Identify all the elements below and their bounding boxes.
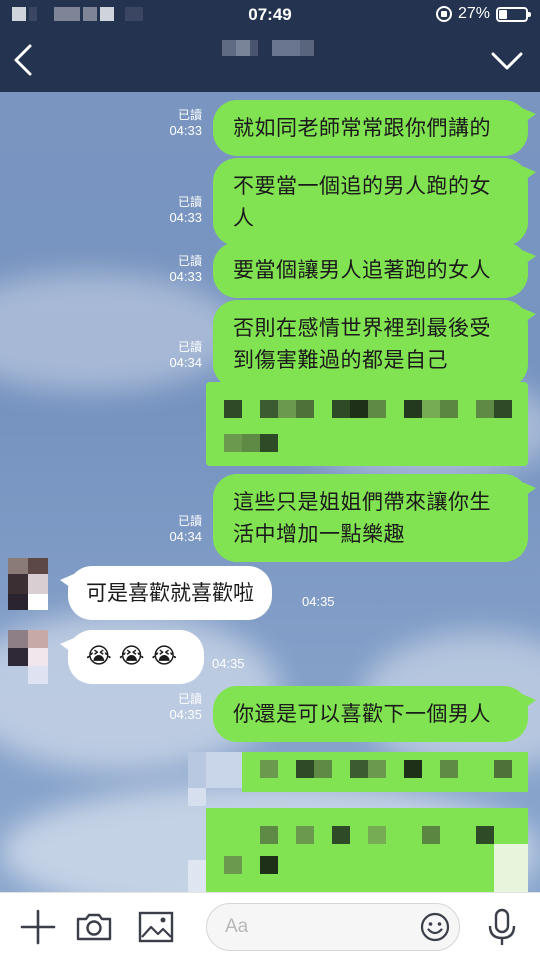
camera-icon[interactable]: [72, 905, 116, 949]
redacted-message: [206, 382, 528, 466]
message-bubble-outgoing[interactable]: 你還是可以喜歡下一個男人: [213, 686, 536, 742]
message-field[interactable]: [206, 903, 460, 951]
battery-icon: [496, 6, 531, 22]
message-meta: 已讀 04:35: [169, 692, 202, 722]
top-bar: 07:49 27%: [0, 0, 540, 92]
orientation-lock-icon: [435, 6, 452, 22]
chevron-left-icon[interactable]: [8, 40, 44, 80]
status-right: 27%: [435, 5, 531, 23]
avatar[interactable]: [8, 558, 48, 610]
chevron-down-icon[interactable]: [490, 48, 524, 74]
message-bubble-outgoing[interactable]: 這些只是姐姐們帶來讓你生活中增加一點樂趣: [213, 474, 536, 562]
message-meta: 已讀 04:33: [169, 254, 202, 284]
message-input[interactable]: [225, 912, 405, 942]
status-bar: 07:49 27%: [0, 0, 540, 30]
message-bubble-outgoing[interactable]: 不要當一個追的男人跑的女人: [213, 158, 536, 246]
message-time: 04:35: [212, 656, 245, 671]
message-meta: 已讀 04:34: [169, 340, 202, 370]
input-bar: [0, 892, 540, 960]
plus-icon[interactable]: [16, 905, 60, 949]
message-bubble-outgoing[interactable]: 否則在感情世界裡到最後受到傷害難過的都是自己: [213, 300, 536, 388]
avatar[interactable]: [8, 630, 48, 684]
chat-title-mosaic: [222, 40, 314, 56]
image-icon[interactable]: [134, 905, 178, 949]
chat-area[interactable]: 已讀 04:33 就如同老師常常跟你們講的 已讀 04:33 不要當一個追的男人跑的…: [0, 92, 540, 892]
battery-percent: 27%: [457, 5, 490, 22]
message-bubble-outgoing[interactable]: 就如同老師常常跟你們講的: [213, 100, 536, 156]
message-bubble-incoming[interactable]: 可是喜歡就喜歡啦: [60, 566, 272, 620]
message-meta: 已讀 04:33: [169, 108, 202, 138]
message-time: 04:35: [302, 594, 335, 609]
message-meta: 已讀 04:33: [169, 195, 202, 225]
message-bubble-outgoing[interactable]: 要當個讓男人追著跑的女人: [213, 242, 536, 298]
redacted-message: [188, 752, 528, 892]
microphone-icon[interactable]: [480, 905, 524, 949]
emoji-icon[interactable]: [419, 911, 451, 943]
message-bubble-incoming[interactable]: 😭 😭 😭: [60, 630, 204, 684]
message-meta: 已讀 04:34: [169, 514, 202, 544]
